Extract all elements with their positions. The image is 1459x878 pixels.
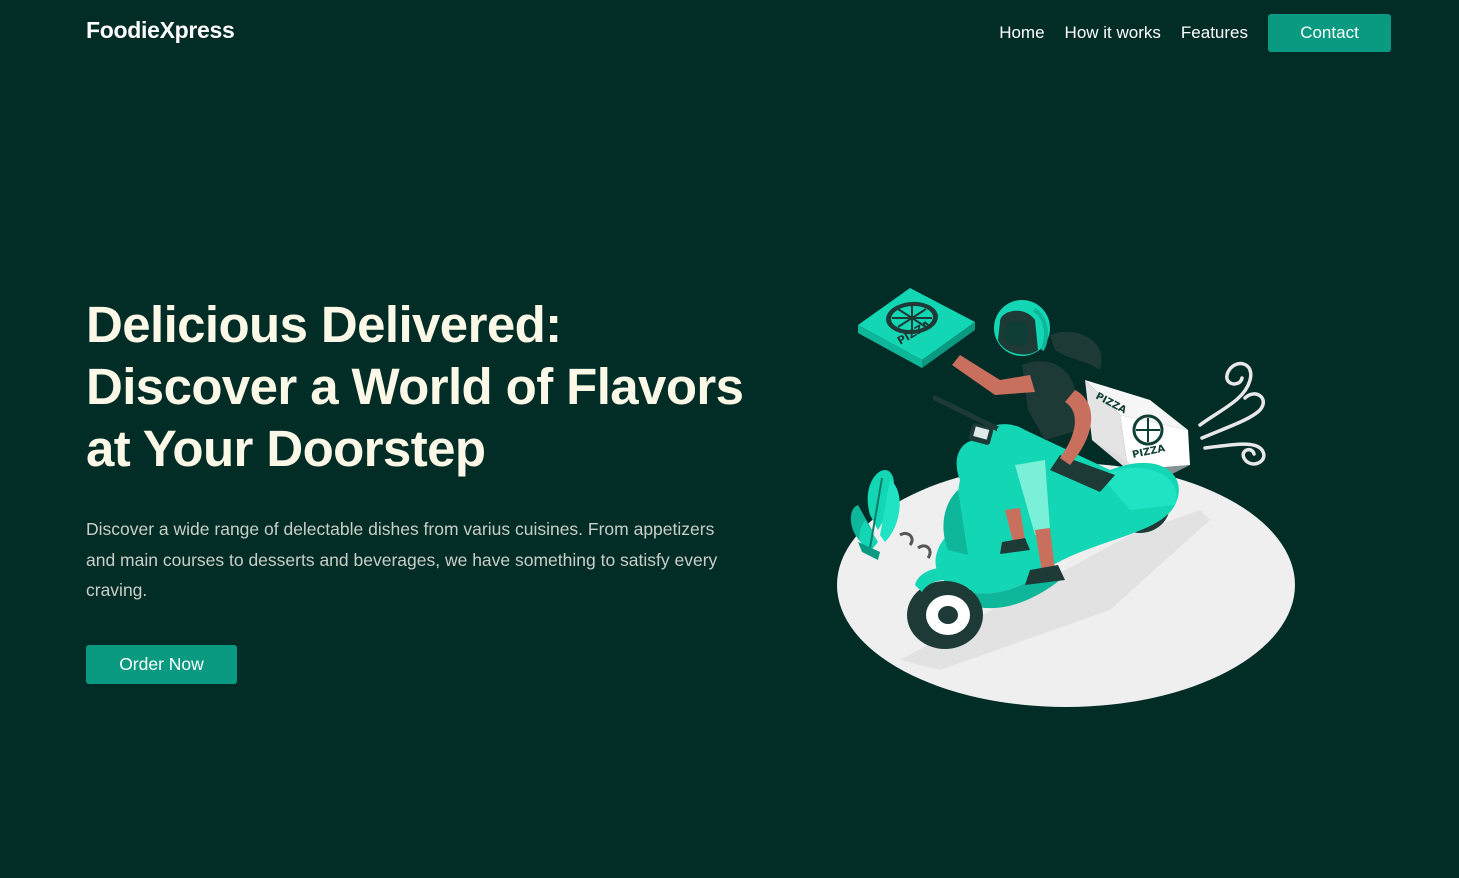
nav-link-home[interactable]: Home [999, 23, 1044, 43]
navbar: FoodieXpress Home How it works Features … [0, 0, 1459, 66]
contact-button[interactable]: Contact [1268, 14, 1391, 52]
wind-icon [1198, 361, 1266, 466]
nav-link-how-it-works[interactable]: How it works [1065, 23, 1161, 43]
nav-link-features[interactable]: Features [1181, 23, 1248, 43]
hero-title-line-1: Delicious Delivered: [86, 296, 562, 353]
front-wheel-icon [907, 567, 983, 649]
hero-description: Discover a wide range of delectable dish… [86, 519, 718, 600]
helmet-icon [994, 300, 1050, 356]
order-now-button[interactable]: Order Now [86, 645, 237, 684]
hero-title-line-3: at Your Doorstep [86, 420, 486, 477]
brand-logo[interactable]: FoodieXpress [86, 17, 235, 44]
nav-links: Home How it works Features Contact [979, 14, 1391, 52]
pizza-box-icon: PIZZA [858, 288, 975, 368]
hero-title: Delicious Delivered: Discover a World of… [86, 294, 766, 480]
delivery-scooter-illustration: PIZZA PIZZA PIZZA [837, 288, 1295, 707]
hero-title-line-2: Discover a World of Flavors [86, 358, 744, 415]
